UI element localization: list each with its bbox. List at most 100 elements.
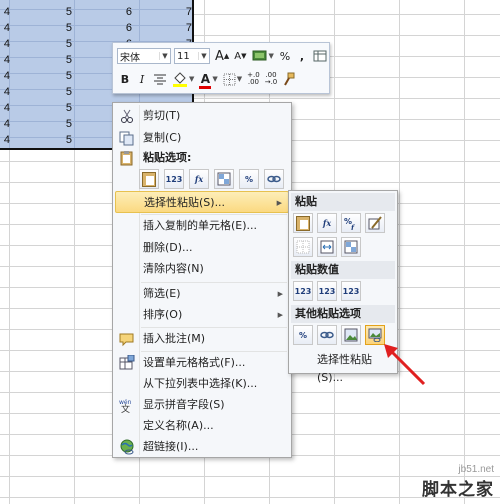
- table-row: 4 5 6 7: [0, 20, 192, 36]
- font-name-select[interactable]: 宋体 ▼: [117, 48, 171, 64]
- scissors-icon: [121, 109, 133, 123]
- transpose-icon: [344, 240, 358, 254]
- paste-values-number-format-button[interactable]: 123: [317, 281, 337, 301]
- cell[interactable]: 5: [30, 36, 72, 52]
- font-name-value: 宋体: [120, 52, 140, 64]
- paste-button[interactable]: [293, 213, 313, 233]
- menu-item-pick-from-list[interactable]: 从下拉列表中选择(K)...: [115, 373, 289, 395]
- fill-color-button[interactable]: ▼: [170, 70, 196, 88]
- font-color-letter: A: [200, 72, 211, 86]
- paste-keep-column-widths-button[interactable]: [317, 237, 337, 257]
- watermark-name: 脚本之家: [422, 480, 494, 500]
- paste-link-button[interactable]: [317, 325, 337, 345]
- cell[interactable]: 4: [0, 132, 10, 148]
- paint-bucket-icon: [173, 72, 187, 87]
- comma-style-button[interactable]: ,: [294, 47, 310, 65]
- cell[interactable]: 5: [30, 132, 72, 148]
- borders-button[interactable]: ▼: [221, 70, 244, 88]
- cell[interactable]: 7: [150, 20, 192, 36]
- table-format-icon: [313, 50, 327, 62]
- percent-style-button[interactable]: %: [277, 47, 293, 65]
- formula-icon: fx: [194, 174, 204, 184]
- cell[interactable]: 5: [30, 116, 72, 132]
- paste-formatting-button[interactable]: %: [293, 325, 313, 345]
- menu-item-insert-copied[interactable]: 插入复制的单元格(E)...: [115, 215, 289, 237]
- menu-item-copy[interactable]: 复制(C): [115, 127, 289, 149]
- paste-formulas-button[interactable]: fx: [317, 213, 337, 233]
- cell[interactable]: 7: [150, 4, 192, 20]
- paste-formatting-button[interactable]: %: [239, 169, 259, 189]
- cell[interactable]: 4: [0, 36, 10, 52]
- paste-link-button[interactable]: [264, 169, 284, 189]
- menu-item-hyperlink[interactable]: 超链接(I)...: [115, 436, 289, 458]
- format-painter-button[interactable]: [280, 70, 298, 88]
- paste-transpose-button[interactable]: [341, 237, 361, 257]
- cell[interactable]: 4: [0, 20, 10, 36]
- shrink-font-button[interactable]: A ▼: [232, 47, 248, 65]
- menu-item-format-cells[interactable]: 设置单元格格式(F)...: [115, 352, 289, 374]
- cell[interactable]: 4: [0, 68, 10, 84]
- cell[interactable]: 4: [0, 4, 10, 20]
- menu-item-show-phonetic[interactable]: wén 文 显示拼音字段(S): [115, 394, 289, 416]
- clipboard-icon: [120, 151, 133, 166]
- cell[interactable]: 5: [30, 52, 72, 68]
- paste-button[interactable]: [139, 169, 159, 189]
- link-icon: [267, 175, 281, 183]
- paste-values-source-format-button[interactable]: 123: [341, 281, 361, 301]
- svg-text:文: 文: [121, 403, 130, 413]
- accounting-format-button[interactable]: ▼: [250, 47, 276, 65]
- chevron-right-icon: ▶: [276, 199, 282, 207]
- menu-item-cut[interactable]: 剪切(T): [115, 105, 289, 127]
- menu-item-sort[interactable]: 排序(O) ▶: [115, 304, 289, 326]
- menu-item-delete[interactable]: 删除(D)...: [115, 237, 289, 259]
- paste-formulas-button[interactable]: fx: [189, 169, 209, 189]
- cell[interactable]: 5: [30, 20, 72, 36]
- menu-item-label: 删除(D)...: [143, 241, 193, 254]
- cell[interactable]: 5: [30, 100, 72, 116]
- cell[interactable]: 6: [90, 20, 132, 36]
- menu-item-filter[interactable]: 筛选(E) ▶: [115, 283, 289, 305]
- decrease-decimal-button[interactable]: .00 →.0: [263, 70, 280, 88]
- menu-item-clear-contents[interactable]: 清除内容(N): [115, 258, 289, 280]
- menu-item-paste-special[interactable]: 选择性粘贴(S)... ▶: [115, 191, 289, 213]
- other-paste-section-header: 其他粘贴选项: [291, 305, 395, 323]
- paste-options-label: 粘贴选项:: [143, 151, 192, 164]
- paste-formulas-number-format-button[interactable]: % f: [341, 213, 361, 233]
- menu-item-label: 复制(C): [143, 131, 182, 144]
- values-brush-icon: 123: [342, 286, 360, 296]
- paste-keep-source-formatting-button[interactable]: [365, 213, 385, 233]
- menu-item-label: 定义名称(A)...: [143, 419, 214, 432]
- menu-item-define-name[interactable]: 定义名称(A)...: [115, 415, 289, 437]
- cell[interactable]: 6: [90, 4, 132, 20]
- paste-no-borders-button[interactable]: [293, 237, 313, 257]
- paste-values-button[interactable]: 123: [164, 169, 184, 189]
- watermark: jb51.net 脚本之家: [422, 464, 494, 500]
- clipboard-icon: [142, 171, 156, 187]
- cell[interactable]: 5: [30, 84, 72, 100]
- menu-item-label: 插入复制的单元格(E)...: [143, 219, 258, 232]
- cell[interactable]: 4: [0, 116, 10, 132]
- cell[interactable]: 4: [0, 84, 10, 100]
- chevron-right-icon: ▶: [277, 311, 283, 319]
- format-painter-table-button[interactable]: [311, 47, 329, 65]
- italic-button[interactable]: I: [134, 70, 150, 88]
- bold-button[interactable]: B: [117, 70, 133, 88]
- cell[interactable]: 5: [30, 68, 72, 84]
- menu-item-label: 显示拼音字段(S): [143, 398, 225, 411]
- font-color-button[interactable]: A ▼: [197, 70, 219, 89]
- increase-decimal-button[interactable]: +.0 .00: [245, 70, 262, 88]
- font-size-select[interactable]: 11 ▼: [174, 48, 210, 64]
- cell[interactable]: 4: [0, 52, 10, 68]
- red-color-swatch: [199, 86, 212, 89]
- link-icon: [320, 331, 334, 339]
- paste-picture-button[interactable]: [341, 325, 361, 345]
- cell[interactable]: 4: [0, 100, 10, 116]
- menu-item-insert-comment[interactable]: 插入批注(M): [115, 328, 289, 350]
- chevron-down-icon: ▼: [198, 52, 209, 60]
- cell[interactable]: 5: [30, 4, 72, 20]
- center-align-button[interactable]: [151, 70, 169, 88]
- grow-font-button[interactable]: A ▲: [213, 47, 231, 65]
- paste-transpose-button[interactable]: [214, 169, 234, 189]
- paste-values-button[interactable]: 123: [293, 281, 313, 301]
- formula-icon: fx: [322, 218, 332, 228]
